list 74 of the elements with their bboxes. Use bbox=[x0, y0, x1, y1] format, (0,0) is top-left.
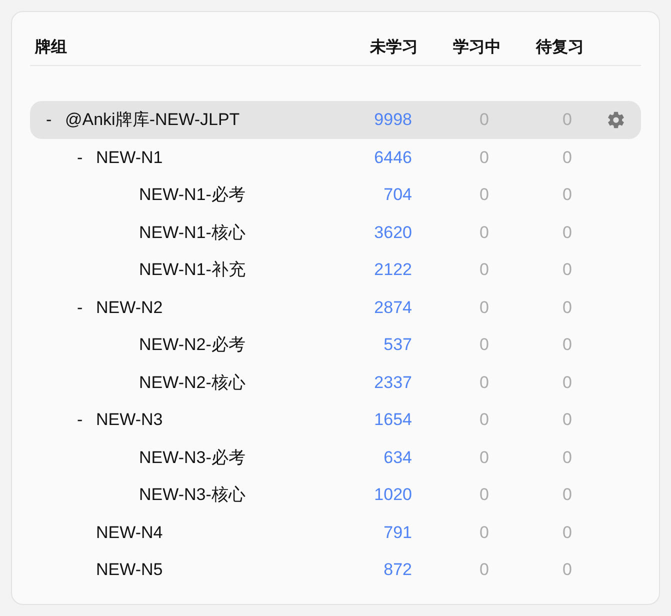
review-count: 0 bbox=[562, 446, 573, 468]
deck-name[interactable]: NEW-N2 bbox=[96, 294, 163, 320]
deck-name[interactable]: NEW-N3-必考 bbox=[139, 444, 246, 470]
new-count: 791 bbox=[382, 522, 412, 544]
deck-row[interactable]: - NEW-N2 2874 0 0 bbox=[30, 288, 641, 326]
deck-name[interactable]: NEW-N2-必考 bbox=[139, 332, 246, 358]
learning-count: 0 bbox=[478, 559, 490, 581]
review-count: 0 bbox=[562, 559, 573, 581]
deck-row[interactable]: NEW-N3-必考 634 0 0 bbox=[30, 438, 641, 476]
deck-row[interactable]: NEW-N2-必考 537 0 0 bbox=[30, 326, 641, 364]
column-header[interactable]: 牌组 bbox=[35, 35, 335, 59]
new-count: 1654 bbox=[373, 409, 412, 431]
learning-count: 0 bbox=[478, 484, 490, 506]
review-count: 0 bbox=[562, 409, 573, 431]
collapse-toggle[interactable]: - bbox=[77, 294, 83, 320]
new-count: 704 bbox=[382, 184, 412, 206]
learning-count: 0 bbox=[478, 184, 490, 206]
deck-row[interactable]: NEW-N5 872 0 0 bbox=[30, 551, 641, 588]
review-count: 0 bbox=[562, 259, 573, 281]
learning-count: 0 bbox=[478, 146, 490, 168]
deck-row[interactable]: NEW-N3-核心 1020 0 0 bbox=[30, 476, 641, 514]
deck-name[interactable]: NEW-N1 bbox=[96, 144, 163, 170]
new-count: 6446 bbox=[373, 146, 412, 168]
review-count: 0 bbox=[562, 109, 573, 131]
deck-name[interactable]: NEW-N1-核心 bbox=[139, 220, 246, 245]
new-count: 2122 bbox=[373, 259, 412, 281]
settings-icon[interactable] bbox=[607, 110, 625, 129]
deck-name[interactable]: NEW-N1-必考 bbox=[139, 182, 246, 208]
deck-name[interactable]: NEW-N2-核心 bbox=[139, 370, 246, 395]
review-count: 0 bbox=[562, 484, 573, 506]
column-header[interactable]: 学习中 bbox=[453, 35, 501, 59]
learning-count: 0 bbox=[478, 109, 490, 131]
collapse-toggle[interactable]: - bbox=[46, 107, 52, 132]
learning-count: 0 bbox=[478, 446, 490, 468]
learning-count: 0 bbox=[478, 409, 490, 431]
deck-row[interactable]: - NEW-N1 6446 0 0 bbox=[30, 138, 641, 176]
review-count: 0 bbox=[562, 222, 573, 244]
learning-count: 0 bbox=[478, 259, 490, 281]
review-count: 0 bbox=[562, 522, 573, 544]
review-count: 0 bbox=[562, 296, 573, 318]
deck-name[interactable]: NEW-N4 bbox=[96, 520, 163, 545]
new-count: 3620 bbox=[373, 222, 412, 244]
collapse-toggle[interactable]: - bbox=[77, 407, 83, 432]
deck-row[interactable]: - @Anki牌库-NEW-JLPT 9998 0 0 bbox=[30, 101, 641, 138]
deck-row[interactable]: NEW-N1-核心 3620 0 0 bbox=[30, 214, 641, 251]
new-count: 537 bbox=[382, 334, 412, 356]
review-count: 0 bbox=[562, 146, 573, 168]
collapse-toggle[interactable]: - bbox=[77, 144, 83, 170]
deck-row[interactable]: NEW-N2-核心 2337 0 0 bbox=[30, 364, 641, 401]
review-count: 0 bbox=[562, 372, 573, 394]
learning-count: 0 bbox=[478, 296, 490, 318]
deck-name[interactable]: NEW-N3 bbox=[96, 407, 163, 432]
deck-row[interactable]: NEW-N1-补充 2122 0 0 bbox=[30, 251, 641, 288]
deck-row[interactable]: NEW-N4 791 0 0 bbox=[30, 514, 641, 551]
learning-count: 0 bbox=[478, 334, 490, 356]
new-count: 9998 bbox=[373, 109, 412, 131]
new-count: 1020 bbox=[373, 484, 412, 506]
review-count: 0 bbox=[562, 184, 573, 206]
deck-row[interactable]: NEW-N1-必考 704 0 0 bbox=[30, 176, 641, 214]
learning-count: 0 bbox=[478, 222, 490, 244]
new-count: 2337 bbox=[373, 372, 412, 394]
new-count: 2874 bbox=[373, 296, 412, 318]
deck-name[interactable]: NEW-N3-核心 bbox=[139, 482, 246, 508]
deck-name[interactable]: NEW-N1-补充 bbox=[139, 257, 246, 282]
new-count: 872 bbox=[382, 559, 412, 581]
deck-row[interactable]: - NEW-N3 1654 0 0 bbox=[30, 401, 641, 438]
review-count: 0 bbox=[562, 334, 573, 356]
deck-name[interactable]: NEW-N5 bbox=[96, 557, 163, 582]
deck-name[interactable]: @Anki牌库-NEW-JLPT bbox=[65, 107, 240, 132]
column-header[interactable]: 待复习 bbox=[536, 35, 584, 59]
new-count: 634 bbox=[382, 446, 412, 468]
learning-count: 0 bbox=[478, 522, 490, 544]
learning-count: 0 bbox=[478, 372, 490, 394]
column-header[interactable]: 未学习 bbox=[370, 35, 418, 59]
